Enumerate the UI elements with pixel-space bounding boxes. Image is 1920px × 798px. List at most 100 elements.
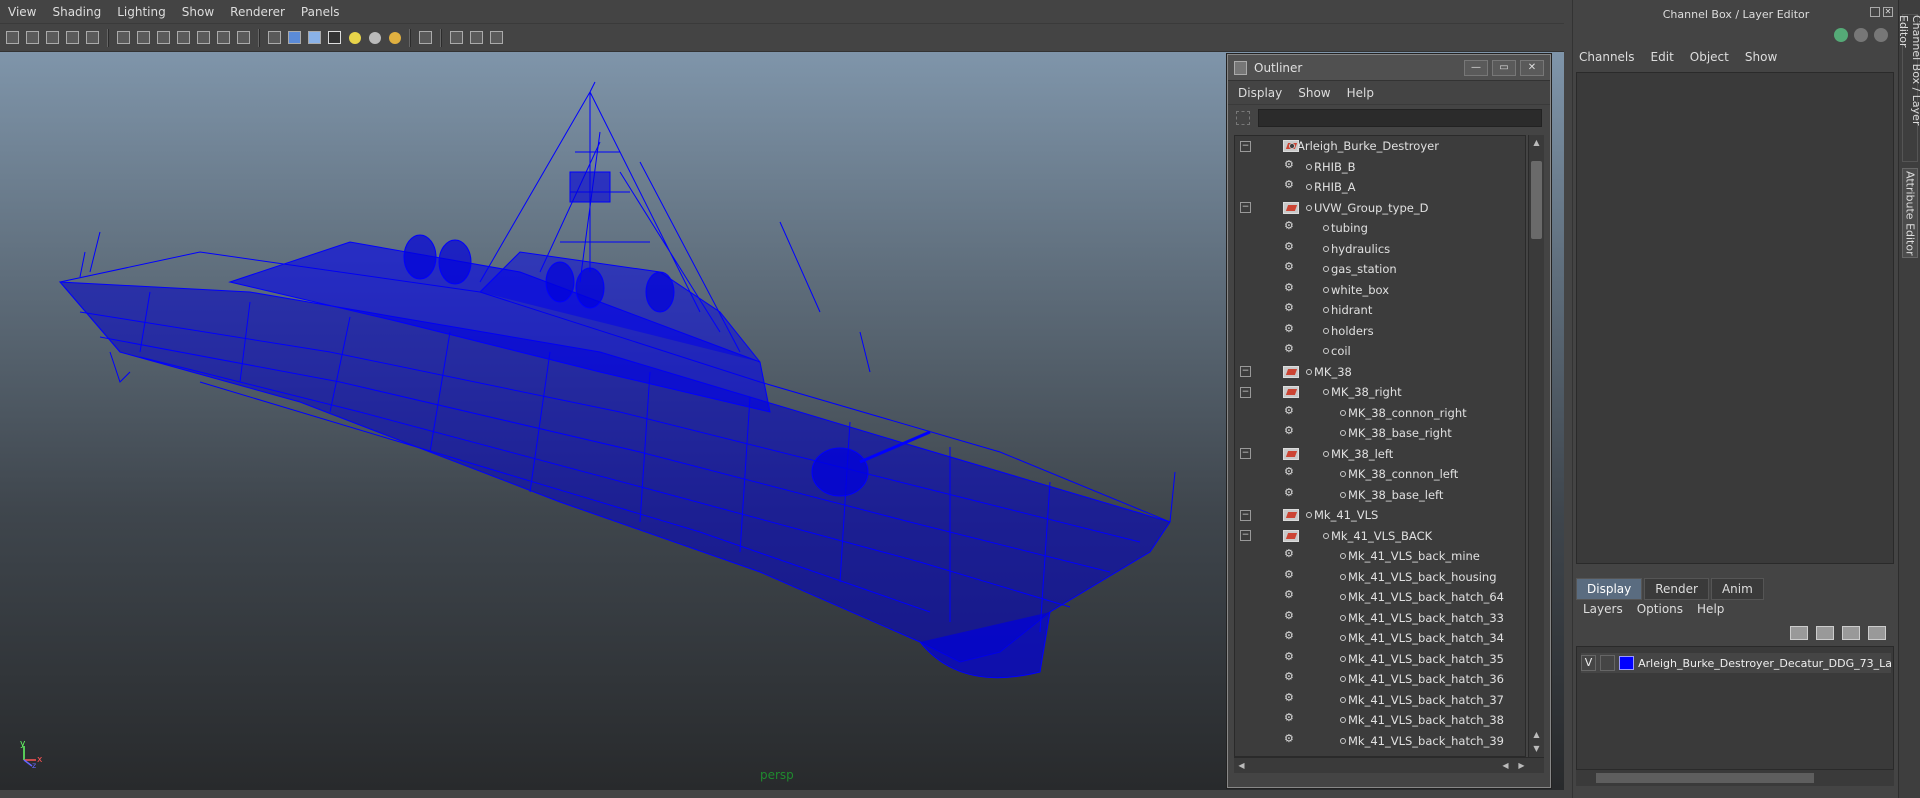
wireframe-on-shaded-icon[interactable] — [306, 29, 323, 46]
outliner-item[interactable]: coil — [1235, 341, 1525, 362]
shadows-icon[interactable] — [366, 29, 383, 46]
outliner-menu-display[interactable]: Display — [1238, 86, 1282, 100]
bookmarks-icon[interactable] — [44, 29, 61, 46]
textured-icon[interactable] — [326, 29, 343, 46]
outliner-item[interactable]: RHIB_A — [1235, 177, 1525, 198]
tab-anim[interactable]: Anim — [1710, 578, 1764, 600]
outliner-item[interactable]: Mk_41_VLS_back_hatch_38 — [1235, 710, 1525, 731]
outliner-item[interactable]: white_box — [1235, 280, 1525, 301]
scroll-up-icon[interactable]: ▲ — [1531, 729, 1542, 740]
menu-object[interactable]: Object — [1690, 50, 1729, 64]
outliner-item[interactable]: − UVW_Group_type_D — [1235, 198, 1525, 219]
float-icon[interactable] — [1870, 7, 1880, 17]
xray-icon[interactable] — [448, 29, 465, 46]
menu-lighting[interactable]: Lighting — [117, 5, 166, 19]
pin-icon[interactable] — [1874, 28, 1888, 42]
outliner-search-input[interactable] — [1258, 109, 1542, 127]
menu-options[interactable]: Options — [1637, 602, 1683, 616]
tab-render[interactable]: Render — [1644, 578, 1709, 600]
image-plane-icon[interactable] — [64, 29, 81, 46]
layer-row[interactable]: V Arleigh_Burke_Destroyer_Decatur_DDG_73… — [1581, 653, 1891, 673]
collapse-icon[interactable]: − — [1240, 509, 1251, 521]
camera-attributes-icon[interactable] — [24, 29, 41, 46]
outliner-item[interactable]: holders — [1235, 321, 1525, 342]
menu-help[interactable]: Help — [1697, 602, 1724, 616]
menu-view[interactable]: View — [8, 5, 36, 19]
grid-icon[interactable] — [115, 29, 132, 46]
collapse-icon[interactable]: − — [1240, 386, 1251, 398]
manipulator-icon[interactable] — [1834, 28, 1848, 42]
outliner-item[interactable]: Mk_41_VLS_back_hatch_36 — [1235, 669, 1525, 690]
collapse-icon[interactable]: − — [1240, 140, 1251, 152]
layer-horizontal-scrollbar[interactable] — [1576, 770, 1894, 786]
outliner-menu-show[interactable]: Show — [1298, 86, 1330, 100]
outliner-item[interactable]: Mk_41_VLS_back_hatch_39 — [1235, 731, 1525, 752]
outliner-item[interactable]: hidrant — [1235, 300, 1525, 321]
outliner-item[interactable]: − Mk_41_VLS — [1235, 505, 1525, 526]
outliner-vertical-scrollbar[interactable]: ▲ ▲ ▼ — [1528, 135, 1544, 757]
menu-show[interactable]: Show — [1745, 50, 1777, 64]
outliner-item[interactable]: gas_station — [1235, 259, 1525, 280]
close-icon[interactable]: ✕ — [1520, 59, 1544, 76]
smooth-shade-icon[interactable] — [286, 29, 303, 46]
outliner-item[interactable]: − Mk_41_VLS_BACK — [1235, 526, 1525, 547]
new-empty-layer-icon[interactable] — [1842, 626, 1860, 640]
safe-action-icon[interactable] — [215, 29, 232, 46]
outliner-item[interactable]: tubing — [1235, 218, 1525, 239]
menu-shading[interactable]: Shading — [52, 5, 101, 19]
ambient-occlusion-icon[interactable] — [386, 29, 403, 46]
outliner-titlebar[interactable]: Outliner — ▭ ✕ — [1228, 55, 1550, 81]
grease-pencil-icon[interactable] — [84, 29, 101, 46]
collapse-icon[interactable]: − — [1240, 530, 1251, 542]
speed-icon[interactable] — [1854, 28, 1868, 42]
tab-channel-box-layer-editor[interactable]: Channel Box / Layer Editor — [1897, 14, 1920, 162]
channel-list-area[interactable] — [1576, 72, 1894, 564]
scroll-thumb[interactable] — [1596, 773, 1814, 783]
outliner-item[interactable]: MK_38_connon_left — [1235, 464, 1525, 485]
outliner-item[interactable]: − MK_38_right — [1235, 382, 1525, 403]
tab-attribute-editor[interactable]: Attribute Editor — [1902, 168, 1918, 258]
layer-visibility-toggle[interactable]: V — [1581, 655, 1597, 671]
film-gate-icon[interactable] — [135, 29, 152, 46]
outliner-item[interactable]: Mk_41_VLS_back_housing — [1235, 567, 1525, 588]
move-layer-down-icon[interactable] — [1816, 626, 1834, 640]
xray-joints-icon[interactable] — [468, 29, 485, 46]
outliner-item[interactable]: Mk_41_VLS_back_hatch_37 — [1235, 690, 1525, 711]
isolate-select-icon[interactable] — [417, 29, 434, 46]
outliner-item[interactable]: − Arleigh_Burke_Destroyer — [1235, 136, 1525, 157]
scroll-up-icon[interactable]: ▲ — [1531, 137, 1542, 148]
scroll-left-icon[interactable]: ◀ — [1236, 760, 1247, 771]
minimize-icon[interactable]: — — [1464, 59, 1488, 76]
gate-mask-icon[interactable] — [175, 29, 192, 46]
outliner-item[interactable]: Mk_41_VLS_back_mine — [1235, 546, 1525, 567]
outliner-item[interactable]: − MK_38_left — [1235, 444, 1525, 465]
xray-active-icon[interactable] — [488, 29, 505, 46]
outliner-menu-help[interactable]: Help — [1347, 86, 1374, 100]
menu-panels[interactable]: Panels — [301, 5, 340, 19]
outliner-item[interactable]: Mk_41_VLS_back_hatch_33 — [1235, 608, 1525, 629]
menu-layers[interactable]: Layers — [1583, 602, 1623, 616]
tab-display[interactable]: Display — [1576, 578, 1643, 600]
outliner-item[interactable]: hydraulics — [1235, 239, 1525, 260]
maximize-icon[interactable]: ▭ — [1492, 59, 1516, 76]
menu-edit[interactable]: Edit — [1651, 50, 1674, 64]
layer-playback-toggle[interactable] — [1600, 655, 1616, 671]
scroll-left-icon[interactable]: ◀ — [1500, 760, 1511, 771]
scroll-down-icon[interactable]: ▼ — [1531, 743, 1542, 754]
outliner-item[interactable]: MK_38_base_right — [1235, 423, 1525, 444]
outliner-item[interactable]: Mk_41_VLS_back_hatch_35 — [1235, 649, 1525, 670]
scroll-right-icon[interactable]: ▶ — [1516, 760, 1527, 771]
outliner-item[interactable]: Mk_41_VLS_back_hatch_34 — [1235, 628, 1525, 649]
resolution-gate-icon[interactable] — [155, 29, 172, 46]
menu-show[interactable]: Show — [182, 5, 214, 19]
menu-channels[interactable]: Channels — [1579, 50, 1635, 64]
outliner-item[interactable]: Mk_41_VLS_back_hatch_64 — [1235, 587, 1525, 608]
field-chart-icon[interactable] — [195, 29, 212, 46]
wireframe-icon[interactable] — [266, 29, 283, 46]
menu-renderer[interactable]: Renderer — [230, 5, 285, 19]
outliner-horizontal-scrollbar[interactable]: ◀ ◀ ▶ — [1234, 757, 1544, 773]
collapse-icon[interactable]: − — [1240, 448, 1251, 460]
outliner-item[interactable]: MK_38_base_left — [1235, 485, 1525, 506]
collapse-icon[interactable]: − — [1240, 366, 1251, 378]
outliner-item[interactable]: MK_38_connon_right — [1235, 403, 1525, 424]
